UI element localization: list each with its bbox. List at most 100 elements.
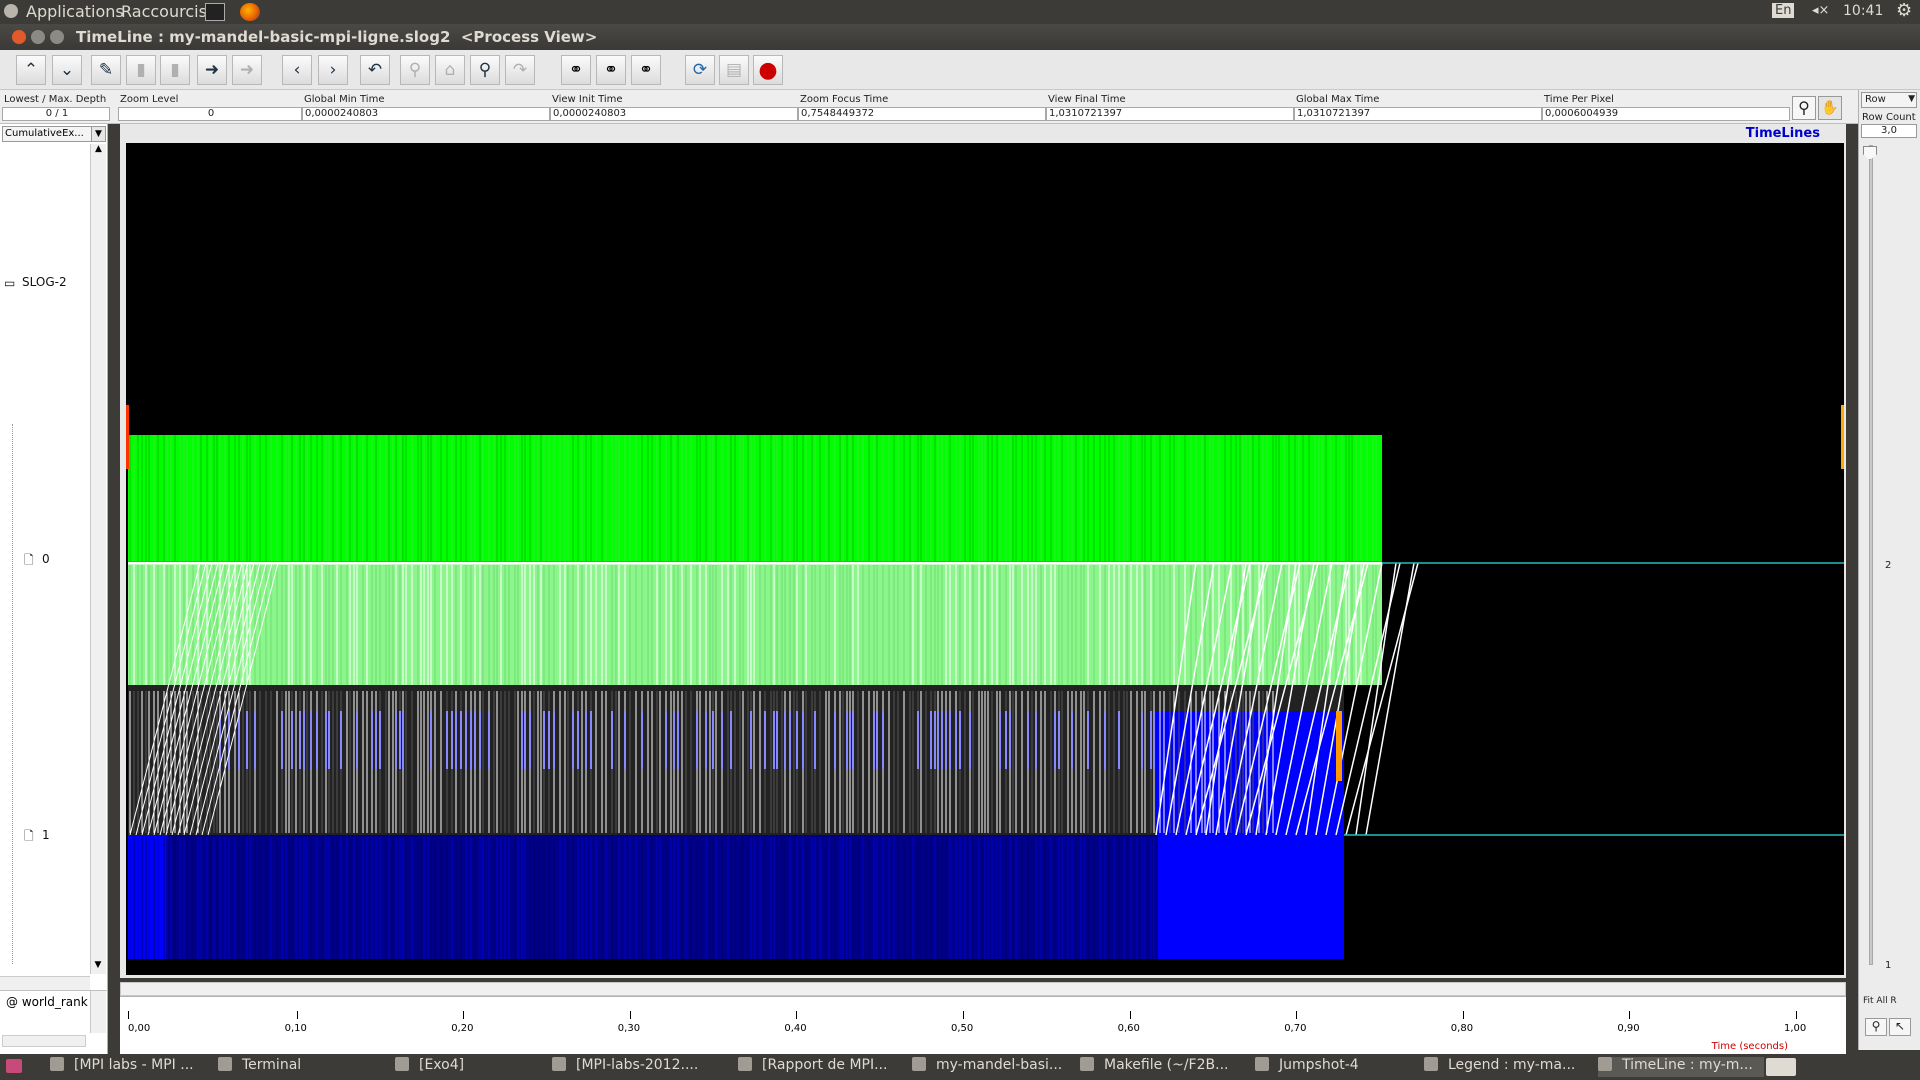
- delete-button[interactable]: ▮: [126, 55, 156, 85]
- depth-value[interactable]: 0 / 1: [2, 107, 110, 121]
- time-per-pixel-value[interactable]: 0,0006004939: [1542, 107, 1790, 121]
- taskbar-item[interactable]: [Exo4]: [395, 1057, 545, 1077]
- redo-button[interactable]: ↷: [505, 55, 535, 85]
- row-slider-track[interactable]: [1869, 145, 1873, 965]
- zoom-focus-marker-right[interactable]: [1841, 405, 1844, 469]
- label-horizontal-scrollbar[interactable]: [2, 1035, 86, 1047]
- tree-row-1[interactable]: 1: [42, 828, 50, 842]
- move-down-button[interactable]: ⌄: [52, 55, 82, 85]
- tree-vertical-scrollbar[interactable]: ▲ ▼: [90, 144, 106, 974]
- search-forward-button[interactable]: ⚭: [631, 55, 661, 85]
- workspace-switcher[interactable]: [1766, 1058, 1796, 1076]
- undo-button[interactable]: ↶: [360, 55, 390, 85]
- chevron-down-icon[interactable]: ▼: [1908, 94, 1915, 104]
- tree-horizontal-scrollbar[interactable]: [0, 976, 90, 990]
- row-count-value[interactable]: 3,0: [1861, 124, 1917, 138]
- window-icon: [395, 1057, 409, 1071]
- back-icon: ‹: [293, 60, 301, 80]
- minimize-window-button[interactable]: [31, 30, 45, 44]
- taskbar-item[interactable]: [Rapport de MPI...: [738, 1057, 908, 1077]
- taskbar-item[interactable]: Terminal: [218, 1057, 388, 1077]
- time-tick-mark: [1796, 1011, 1797, 1019]
- keyboard-layout-indicator[interactable]: En: [1772, 3, 1795, 18]
- zoom-out-button[interactable]: ⚲: [400, 55, 430, 85]
- edit-button[interactable]: ✎: [91, 55, 121, 85]
- scroll-down-arrow-icon[interactable]: ▼: [91, 960, 105, 974]
- firefox-launcher-icon[interactable]: [240, 3, 260, 21]
- close-window-button[interactable]: [12, 30, 26, 44]
- zoom-focus-time-value[interactable]: 0,7548449372: [798, 107, 1046, 121]
- zoom-focus-marker-left[interactable]: [126, 405, 129, 469]
- applications-icon[interactable]: [4, 4, 18, 18]
- volume-icon[interactable]: ◂×: [1812, 3, 1829, 18]
- maximize-window-button[interactable]: [50, 30, 64, 44]
- row-zoom-icon[interactable]: ⚲: [1865, 1018, 1887, 1036]
- time-tick-label: 0,00: [128, 1023, 151, 1034]
- search-back-button[interactable]: ⚭: [561, 55, 591, 85]
- rank1-send-state-end[interactable]: [1158, 835, 1344, 959]
- chevron-down-icon[interactable]: ▼: [91, 127, 105, 141]
- clock[interactable]: 10:41: [1843, 3, 1883, 19]
- fit-all-rows-button[interactable]: Fit All R: [1863, 996, 1897, 1006]
- taskbar-item[interactable]: Makefile (~/F2B...: [1080, 1057, 1250, 1077]
- time-tick-label: 0,60: [1117, 1023, 1140, 1034]
- taskbar-item-label: [Exo4]: [419, 1057, 465, 1073]
- zoom-focus-time-label: Zoom Focus Time: [800, 94, 889, 105]
- event-marker[interactable]: [1336, 711, 1342, 781]
- taskbar-item[interactable]: [MPI labs - MPI ...: [50, 1057, 210, 1077]
- global-min-time-value[interactable]: 0,0000240803: [302, 107, 550, 121]
- tree-root-slog2[interactable]: SLOG-2: [22, 275, 67, 289]
- view-final-time-field: View Final Time 1,0310721397: [1046, 92, 1294, 122]
- zoom-in-button[interactable]: ⚲: [470, 55, 500, 85]
- tree-row-0[interactable]: 0: [42, 552, 50, 566]
- time-tick-label: 0,40: [784, 1023, 807, 1034]
- window-icon: [1080, 1057, 1094, 1071]
- row-file-icon: 🗋: [24, 829, 34, 843]
- stop-button[interactable]: ●: [753, 55, 783, 85]
- time-tick-label: 0,30: [617, 1023, 641, 1034]
- canvas-horizontal-scrollbar[interactable]: [120, 982, 1846, 996]
- time-tick-label: 1,00: [1784, 1023, 1807, 1034]
- row-slider-thumb[interactable]: [1863, 146, 1877, 160]
- label-scrollbar[interactable]: [90, 991, 106, 1033]
- print-button[interactable]: ▤: [719, 55, 749, 85]
- hand-pan-icon[interactable]: ✋: [1818, 96, 1842, 120]
- move-up-button[interactable]: ⌃: [16, 55, 46, 85]
- delete-all-button[interactable]: ▮: [160, 55, 190, 85]
- timeline-canvas[interactable]: [126, 143, 1844, 975]
- global-max-time-value[interactable]: 1,0310721397: [1294, 107, 1542, 121]
- taskbar-item-label: [MPI labs - MPI ...: [74, 1057, 194, 1073]
- taskbar-item[interactable]: Legend : my-ma...: [1424, 1057, 1594, 1077]
- zoom-mode-search-icon[interactable]: ⚲: [1792, 96, 1816, 120]
- taskbar-item-label: Terminal: [242, 1057, 302, 1073]
- global-min-time-field: Global Min Time 0,0000240803: [302, 92, 550, 122]
- taskbar-item[interactable]: [MPI-labs-2012....: [552, 1057, 732, 1077]
- view-init-time-value[interactable]: 0,0000240803: [550, 107, 798, 121]
- export-button[interactable]: ➜: [197, 55, 227, 85]
- row-select[interactable]: Row ▼: [1861, 92, 1917, 108]
- view-final-time-value[interactable]: 1,0310721397: [1046, 107, 1294, 121]
- home-button[interactable]: ⌂: [435, 55, 465, 85]
- refresh-button[interactable]: ⟳: [685, 55, 715, 85]
- forward-button[interactable]: ›: [318, 55, 348, 85]
- window-title: TimeLine : my-mandel-basic-mpi-ligne.slo…: [76, 28, 598, 46]
- stop-icon: ●: [758, 57, 778, 83]
- cumulative-mode-select[interactable]: CumulativeEx... ▼: [2, 126, 106, 142]
- zoom-level-value[interactable]: 0: [118, 107, 302, 121]
- terminal-launcher-icon[interactable]: [205, 3, 225, 21]
- row-pan-icon[interactable]: ↖: [1889, 1018, 1911, 1036]
- system-gear-icon[interactable]: ⚙: [1896, 0, 1912, 21]
- applications-menu[interactable]: Applications: [26, 2, 124, 21]
- import-button[interactable]: ➜: [232, 55, 262, 85]
- shortcuts-menu[interactable]: Raccourcis: [121, 2, 207, 21]
- taskbar-item[interactable]: my-mandel-basi...: [912, 1057, 1077, 1077]
- top-panel: Applications Raccourcis En ◂× 10:41 ⚙: [0, 0, 1920, 24]
- scroll-up-arrow-icon[interactable]: ▲: [91, 144, 106, 158]
- show-desktop-icon[interactable]: [6, 1059, 22, 1073]
- export-icon: ➜: [204, 60, 220, 80]
- search-button[interactable]: ⚭: [596, 55, 626, 85]
- taskbar-item[interactable]: TimeLine : my-m...: [1598, 1057, 1764, 1077]
- taskbar-item[interactable]: Jumpshot-4: [1255, 1057, 1415, 1077]
- back-button[interactable]: ‹: [282, 55, 312, 85]
- rank0-compute-state[interactable]: [128, 435, 1382, 561]
